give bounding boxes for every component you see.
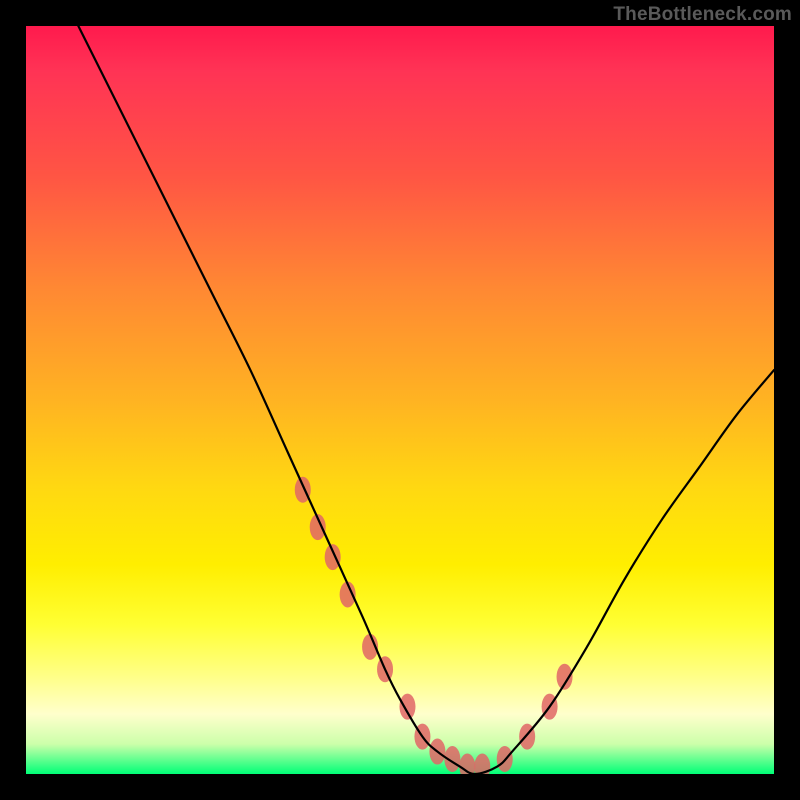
highlight-dot [399, 694, 415, 720]
watermark: TheBottleneck.com [613, 4, 792, 26]
highlight-dot [325, 544, 341, 570]
curve-svg [26, 26, 774, 774]
plot-area [26, 26, 774, 774]
bottleneck-curve [78, 26, 774, 774]
chart-container: TheBottleneck.com [0, 0, 800, 800]
